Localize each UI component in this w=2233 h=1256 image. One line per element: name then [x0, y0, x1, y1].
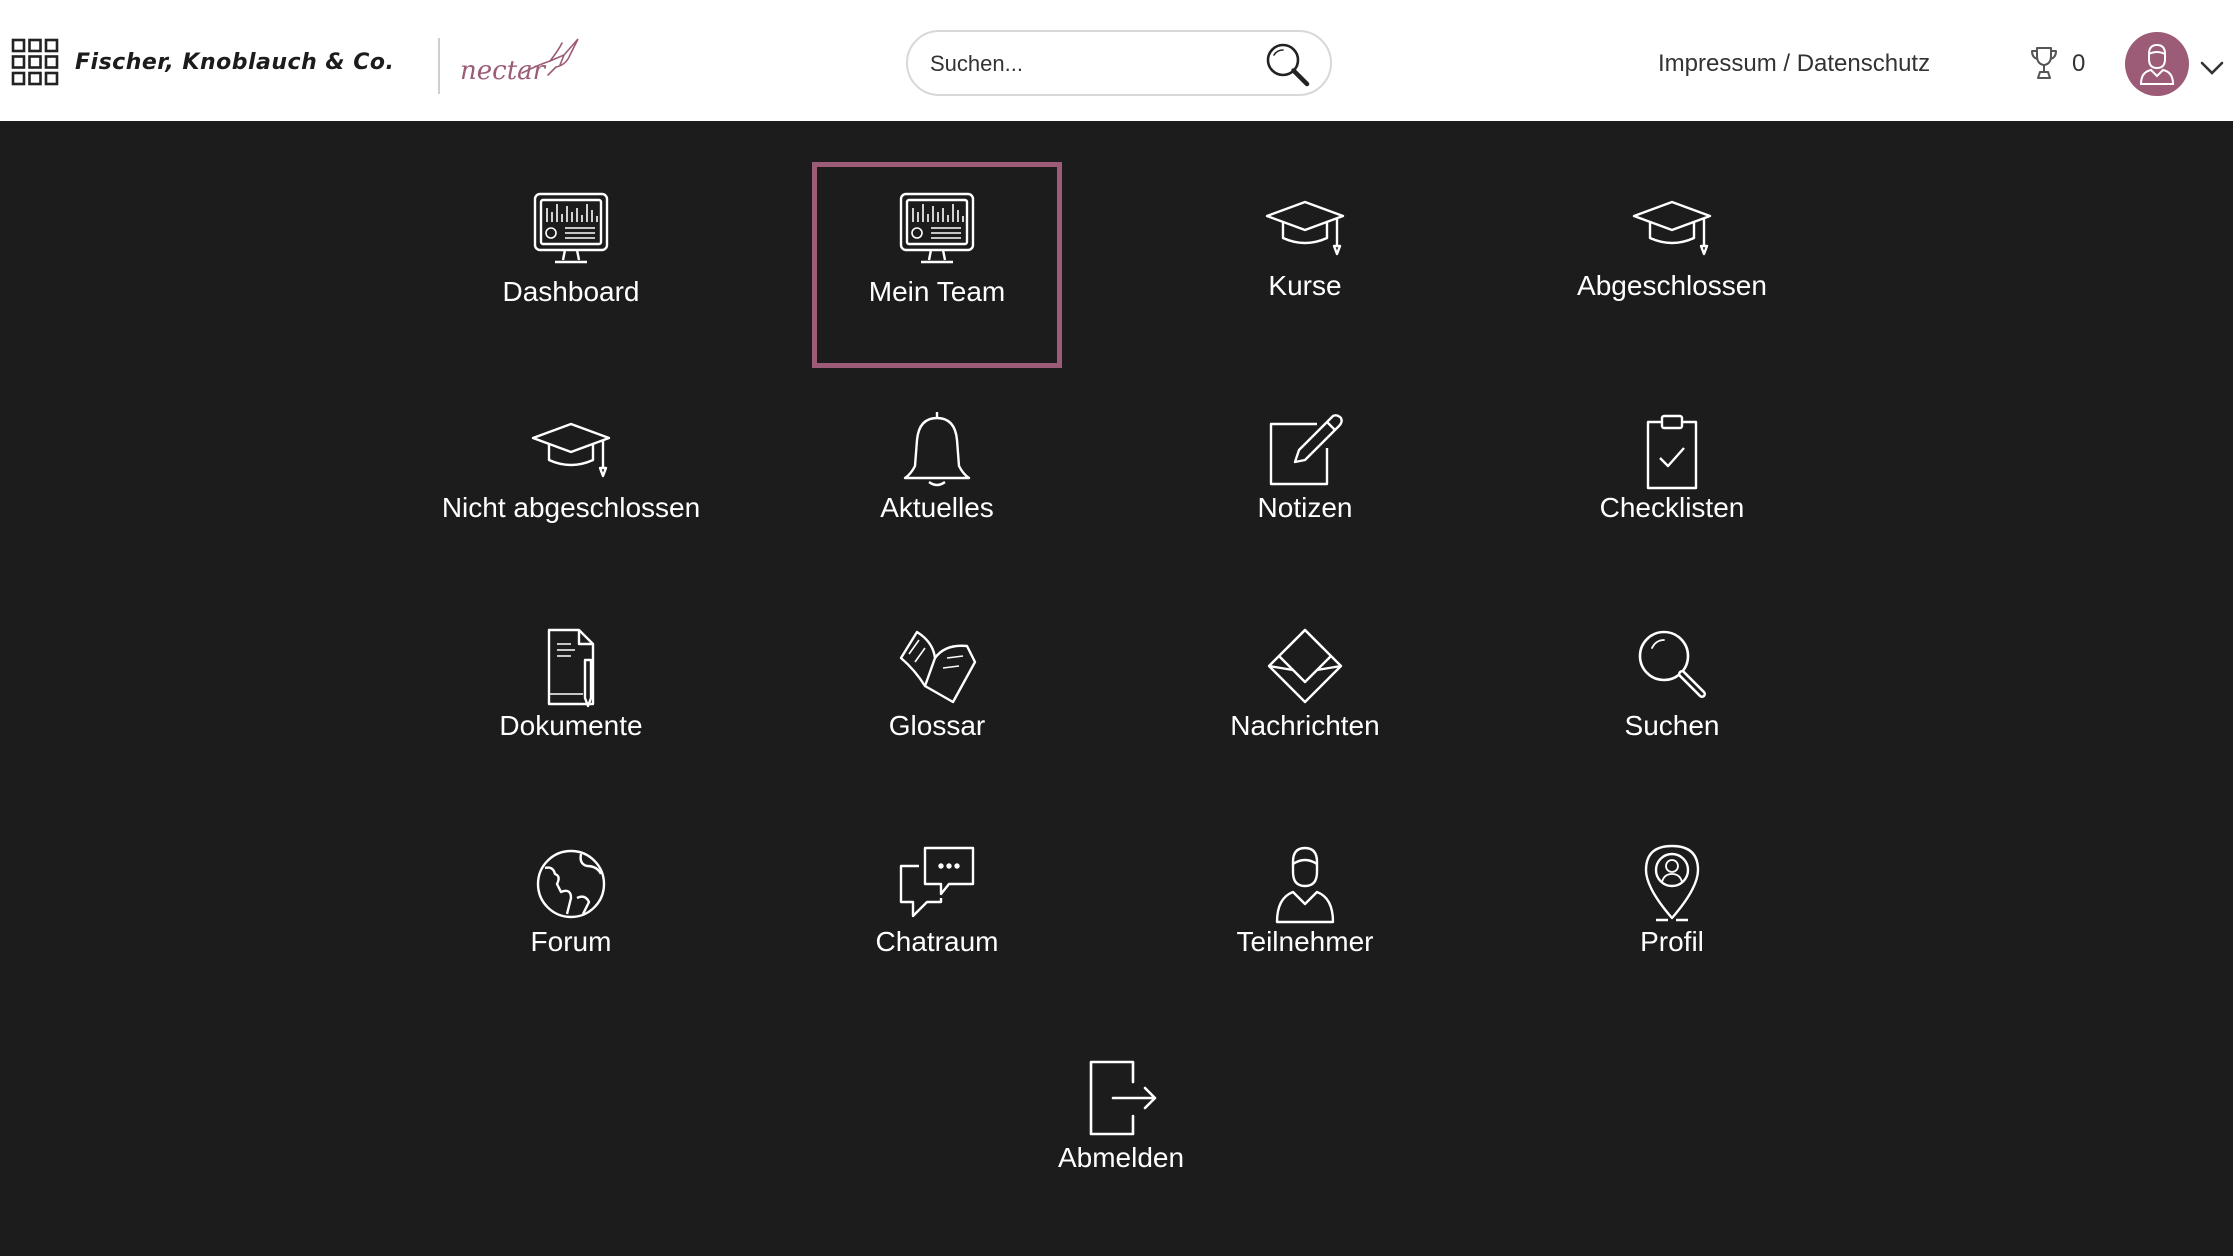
clipboard-check-icon — [1646, 414, 1698, 490]
menu-item-label: Mein Team — [868, 276, 1006, 307]
menu-item-glossar[interactable]: Glossar — [812, 618, 1062, 824]
menu-item-label: Suchen — [1624, 710, 1720, 741]
menu-item-label: Abgeschlossen — [1577, 270, 1767, 301]
menu-item-label: Chatraum — [875, 926, 999, 957]
avatar[interactable] — [2125, 32, 2189, 96]
person-icon — [1275, 846, 1335, 924]
menu-item-label: Nicht abgeschlossen — [441, 492, 701, 523]
bell-icon — [903, 412, 971, 487]
menu-item-checklisten[interactable]: Checklisten — [1547, 402, 1797, 608]
book-icon — [899, 630, 977, 704]
graduation-cap-icon — [1265, 200, 1345, 256]
bird-icon — [521, 38, 579, 76]
company-logo: Fischer, Knoblauch & Co. — [75, 50, 395, 75]
logo-divider — [438, 38, 440, 94]
trophy-icon[interactable] — [2030, 46, 2058, 80]
graduation-cap-icon — [531, 422, 611, 478]
menu-item-label: Abmelden — [1057, 1142, 1185, 1173]
menu-item-nachrichten[interactable]: Nachrichten — [1180, 618, 1430, 824]
menu-item-label: Kurse — [1268, 270, 1342, 301]
menu-item-notizen[interactable]: Notizen — [1180, 402, 1430, 608]
menu-item-label: Notizen — [1257, 492, 1353, 523]
graduation-cap-icon — [1632, 200, 1712, 256]
menu-item-label: Dokumente — [499, 710, 643, 741]
avatar-icon — [2139, 43, 2175, 85]
envelope-icon — [1267, 628, 1343, 704]
menu-item-dokumente[interactable]: Dokumente — [446, 618, 696, 824]
menu-item-profil[interactable]: Profil — [1547, 834, 1797, 1040]
menu-item-mein-team[interactable]: Mein Team — [812, 162, 1062, 368]
menu-item-label: Dashboard — [502, 276, 640, 307]
menu-item-teilnehmer[interactable]: Teilnehmer — [1180, 834, 1430, 1040]
monitor-icon — [899, 192, 975, 264]
menu-item-abgeschlossen[interactable]: Abgeschlossen — [1547, 162, 1797, 368]
magnifier-icon — [1638, 630, 1706, 698]
search-input[interactable] — [928, 44, 1252, 84]
profile-pin-icon — [1644, 844, 1700, 922]
menu-item-label: Checklisten — [1599, 492, 1745, 523]
menu-item-label: Teilnehmer — [1236, 926, 1374, 957]
menu-item-nicht-abgeschlossen[interactable]: Nicht abgeschlossen — [442, 402, 700, 608]
logout-icon — [1089, 1060, 1157, 1136]
impressum-link[interactable]: Impressum / Datenschutz — [1658, 50, 1930, 78]
menu-item-label: Profil — [1640, 926, 1704, 957]
menu-item-chatraum[interactable]: Chatraum — [812, 834, 1062, 1040]
document-icon — [547, 628, 595, 708]
globe-icon — [536, 849, 606, 919]
menu-item-label: Glossar — [888, 710, 986, 741]
menu-item-dashboard[interactable]: Dashboard — [446, 162, 696, 368]
search-icon[interactable] — [1263, 40, 1311, 88]
menu-item-forum[interactable]: Forum — [446, 834, 696, 1040]
menu-item-label: Nachrichten — [1230, 710, 1380, 741]
grid-icon[interactable] — [11, 38, 59, 86]
notes-pen-icon — [1269, 414, 1343, 486]
search-box — [906, 30, 1332, 96]
chevron-down-icon[interactable] — [2200, 60, 2224, 76]
menu-item-label: Forum — [530, 926, 612, 957]
menu-item-label: Aktuelles — [880, 492, 994, 523]
top-header: Fischer, Knoblauch & Co. nectar Impressu… — [0, 0, 2233, 121]
trophy-count: 0 — [2072, 50, 2086, 77]
menu-item-abmelden[interactable]: Abmelden — [996, 1050, 1246, 1256]
chat-bubbles-icon — [899, 846, 975, 918]
menu-item-kurse[interactable]: Kurse — [1180, 162, 1430, 368]
menu-item-aktuelles[interactable]: Aktuelles — [812, 402, 1062, 608]
monitor-icon — [533, 192, 609, 264]
menu-item-suchen[interactable]: Suchen — [1547, 618, 1797, 824]
